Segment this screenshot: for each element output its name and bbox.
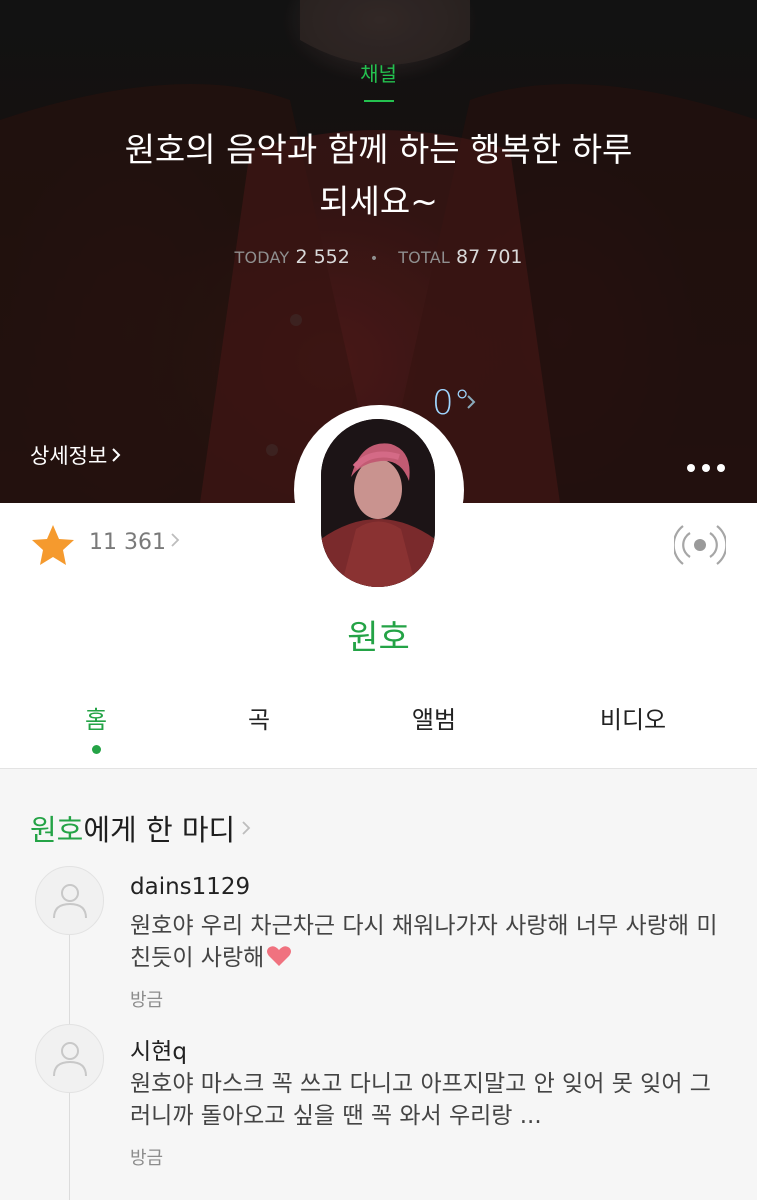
comment-text: 원호야 마스크 꼭 쓰고 다니고 아프지말고 안 잊어 못 잊어 그러니까 돌아… bbox=[130, 1071, 711, 1129]
comment-time: 방금 bbox=[130, 990, 164, 1011]
artist-avatar[interactable] bbox=[321, 419, 435, 587]
tabs-divider bbox=[0, 768, 757, 769]
channel-tabs: 홈 곡 앨범 비디오 bbox=[0, 700, 757, 760]
channel-label-underline bbox=[364, 100, 394, 102]
more-icon[interactable] bbox=[687, 457, 732, 476]
comment-text-block: 원호야 우리 차근차근 다시 채워나가자 사랑해 너무 사랑해 미친듯이 사랑해 bbox=[130, 910, 730, 974]
fan-count[interactable]: 11 361 bbox=[89, 530, 180, 555]
chevron-right-icon bbox=[112, 448, 121, 462]
tab-home[interactable]: 홈 bbox=[36, 700, 156, 735]
tab-videos[interactable]: 비디오 bbox=[573, 700, 693, 735]
detail-info-link[interactable]: 상세정보 bbox=[30, 440, 121, 470]
visitor-stats: TODAY 2 552 • TOTAL 87 701 bbox=[0, 246, 757, 268]
artist-name: 원호 bbox=[347, 618, 410, 658]
comments-title-rest: 에게 한 마디 bbox=[83, 813, 236, 847]
tab-songs[interactable]: 곡 bbox=[199, 700, 319, 735]
comment-username[interactable]: 시현q bbox=[130, 1032, 187, 1066]
total-label: TOTAL bbox=[398, 248, 450, 267]
heart-icon bbox=[267, 946, 292, 966]
user-avatar[interactable] bbox=[35, 866, 104, 935]
comment-time: 방금 bbox=[130, 1148, 164, 1169]
tab-albums[interactable]: 앨범 bbox=[374, 700, 494, 735]
comment-item: 시현q 원호야 마스크 꼭 쓰고 다니고 아프지말고 안 잊어 못 잊어 그러니… bbox=[0, 1024, 757, 1184]
chevron-right-icon[interactable] bbox=[466, 394, 476, 410]
user-avatar[interactable] bbox=[35, 1024, 104, 1093]
detail-info-label: 상세정보 bbox=[30, 444, 108, 468]
comment-item: dains1129 원호야 우리 차근차근 다시 채워나가자 사랑해 너무 사랑… bbox=[0, 866, 757, 1016]
user-placeholder-icon bbox=[53, 1042, 87, 1077]
today-count: 2 552 bbox=[295, 246, 350, 268]
star-icon[interactable] bbox=[30, 523, 76, 567]
comment-text: 원호야 우리 차근차근 다시 채워나가자 사랑해 너무 사랑해 미친듯이 사랑해 bbox=[130, 913, 718, 971]
temperature-value[interactable]: 0° bbox=[432, 383, 471, 423]
channel-label: 채널 bbox=[360, 62, 397, 86]
total-count: 87 701 bbox=[456, 246, 523, 268]
comments-title-artist: 원호 bbox=[30, 813, 84, 847]
stats-separator: • bbox=[369, 251, 379, 267]
comment-username[interactable]: dains1129 bbox=[130, 874, 250, 900]
chevron-right-icon bbox=[242, 821, 251, 835]
user-placeholder-icon bbox=[53, 884, 87, 919]
broadcast-icon[interactable] bbox=[674, 521, 726, 569]
today-label: TODAY bbox=[234, 248, 290, 267]
comments-section-title[interactable]: 원호에게 한 마디 bbox=[30, 807, 251, 849]
chevron-right-icon bbox=[171, 533, 180, 547]
active-tab-indicator bbox=[92, 745, 101, 754]
fan-count-value: 11 361 bbox=[89, 530, 166, 555]
artist-avatar-image bbox=[321, 419, 435, 587]
channel-greeting: 원호의 음악과 함께 하는 행복한 하루 되세요~ bbox=[124, 130, 633, 221]
